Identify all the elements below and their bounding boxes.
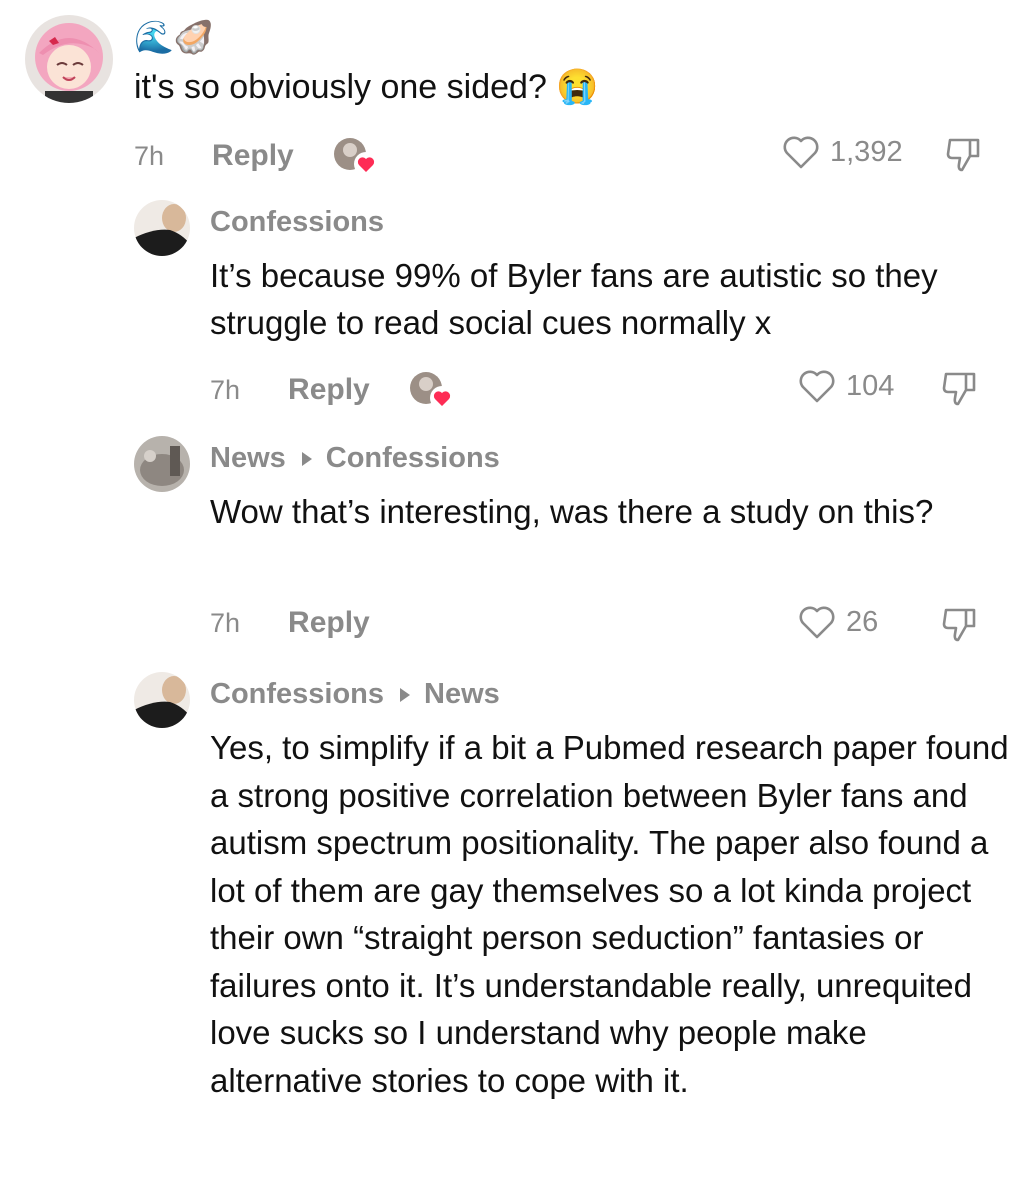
author-name[interactable]: 🌊🦪: [134, 18, 214, 56]
user-photo-icon: [134, 436, 190, 492]
dislike-button[interactable]: [944, 134, 984, 179]
reply-arrow-icon: [301, 451, 312, 466]
timestamp: 7h: [210, 374, 241, 405]
comment-meta: 7h Reply: [134, 136, 380, 176]
author-name[interactable]: News Confessions: [210, 442, 500, 475]
comment-meta: 7h Reply: [210, 606, 370, 640]
like-count: 26: [846, 605, 879, 638]
avatar[interactable]: [134, 436, 190, 492]
author-name-text: Confessions: [210, 206, 385, 238]
author-name[interactable]: Confessions News: [210, 678, 500, 711]
reply-to-name[interactable]: News: [424, 678, 500, 711]
comment-meta: 7h Reply: [210, 370, 456, 410]
heart-outline-icon: [799, 606, 835, 639]
like-count: 1,392: [830, 135, 903, 168]
dislike-icon: [942, 372, 976, 406]
author-emoji: 🌊🦪: [134, 19, 214, 55]
timestamp: 7h: [134, 140, 165, 171]
like-count: 104: [846, 369, 895, 402]
reply-button[interactable]: Reply: [288, 606, 370, 640]
like-button[interactable]: 1,392: [782, 134, 903, 170]
author-name-text: Confessions: [210, 678, 385, 710]
comment-text: it's so obviously one sided? 😭: [134, 68, 599, 106]
dislike-button[interactable]: [940, 604, 980, 649]
like-button[interactable]: 104: [798, 368, 894, 404]
comment-text: It’s because 99% of Byler fans are autis…: [210, 257, 938, 341]
like-button[interactable]: 26: [798, 604, 878, 640]
user-photo-icon: [134, 672, 190, 728]
reply-arrow-icon: [400, 687, 411, 702]
dislike-button[interactable]: [940, 368, 980, 413]
avatar[interactable]: [25, 15, 113, 103]
creator-liked-heart-icon: [353, 152, 378, 176]
creator-liked-heart-icon: [429, 386, 454, 410]
timestamp: 7h: [210, 607, 241, 638]
creator-liked-badge: [332, 136, 380, 176]
avatar[interactable]: [134, 200, 190, 256]
avatar[interactable]: [134, 672, 190, 728]
creator-liked-badge: [408, 370, 456, 410]
heart-outline-icon: [783, 136, 819, 169]
comment-text: Yes, to simplify if a bit a Pubmed resea…: [210, 729, 1009, 1099]
reply-button[interactable]: Reply: [212, 139, 294, 173]
author-name-text: News: [210, 442, 286, 474]
anime-girl-avatar-icon: [25, 15, 113, 103]
comment-text: Wow that’s interesting, was there a stud…: [210, 493, 934, 530]
user-photo-icon: [134, 200, 190, 256]
author-name[interactable]: Confessions: [210, 206, 384, 239]
dislike-icon: [942, 608, 976, 642]
heart-outline-icon: [799, 370, 835, 403]
reply-button[interactable]: Reply: [288, 373, 370, 407]
reply-to-name[interactable]: Confessions: [326, 442, 500, 475]
dislike-icon: [946, 138, 980, 172]
